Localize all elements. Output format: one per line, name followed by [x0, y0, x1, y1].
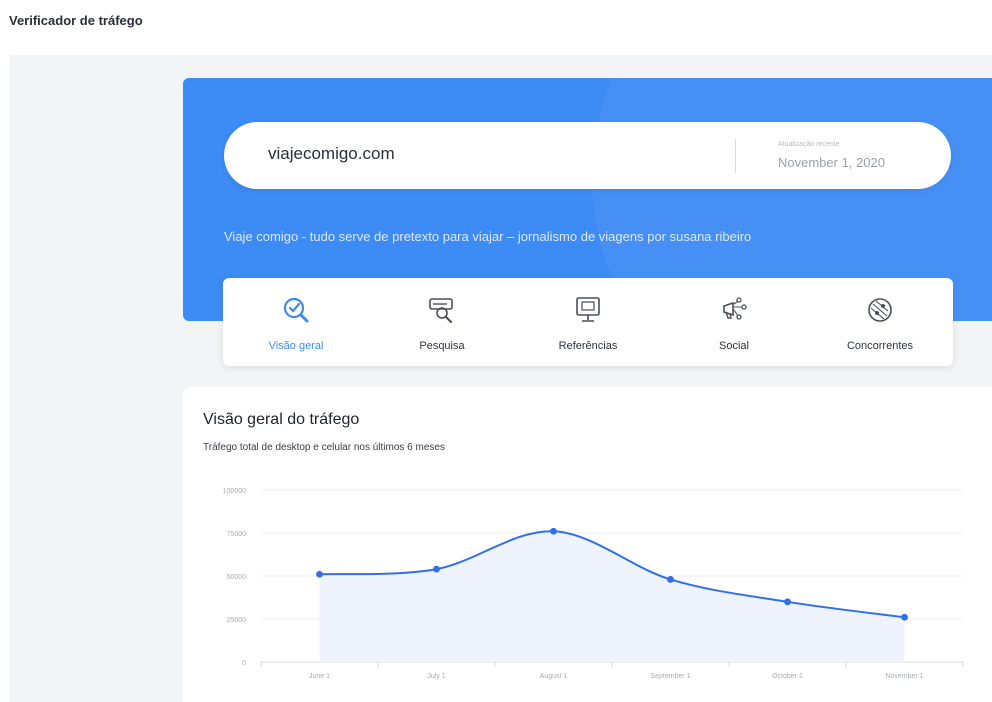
social-icon — [723, 297, 747, 320]
card-subtitle: Tráfego total de desktop e celular nos ú… — [203, 442, 445, 453]
tab-search[interactable]: Pesquisa — [369, 278, 515, 366]
tab-overview-label: Visão geral — [268, 340, 324, 352]
tab-social[interactable]: Social — [661, 278, 807, 366]
tab-search-label: Pesquisa — [419, 340, 465, 352]
y-tick-label: 50000 — [227, 574, 247, 581]
x-tick-label: September 1 — [650, 673, 690, 680]
referrals-icon — [576, 297, 600, 322]
tab-bar: Visão geral Pesquisa Referências Social — [223, 278, 953, 366]
tab-social-label: Social — [719, 340, 749, 352]
card-title: Visão geral do tráfego — [203, 411, 360, 428]
data-point — [550, 527, 557, 535]
x-tick-label: November 1 — [885, 673, 923, 680]
competitors-icon — [868, 298, 892, 322]
data-point — [901, 613, 908, 621]
y-tick-label: 25000 — [227, 617, 247, 624]
data-point — [784, 598, 791, 606]
tab-overview[interactable]: Visão geral — [223, 278, 369, 366]
domain-input[interactable]: viajecomigo.com — [268, 144, 395, 164]
search-icon — [429, 298, 453, 323]
site-tagline: Viaje comigo - tudo serve de pretexto pa… — [224, 229, 752, 244]
y-tick-label: 75000 — [227, 531, 247, 538]
update-date: November 1, 2020 — [778, 155, 885, 170]
x-tick-label: June 1 — [309, 673, 330, 680]
y-tick-label: 100000 — [223, 488, 246, 495]
page-header: Verificador de tráfego — [9, 13, 143, 28]
traffic-chart: 100000 75000 50000 25000 0 June 1 July 1 August… — [223, 488, 964, 680]
tab-referrals-label: Referências — [558, 340, 618, 352]
data-point — [433, 565, 440, 573]
domain-search-box[interactable]: viajecomigo.com Atualização recente Nove… — [224, 122, 951, 189]
search-divider — [735, 139, 736, 173]
x-tick-label: July 1 — [427, 673, 445, 680]
x-tick-label: October 1 — [772, 673, 803, 680]
tab-referrals[interactable]: Referências — [515, 278, 661, 366]
tab-competitors-label: Concorrentes — [846, 340, 914, 352]
overview-icon — [283, 297, 309, 323]
data-point — [667, 576, 674, 583]
y-tick-label: 0 — [242, 660, 246, 667]
x-tick-label: August 1 — [540, 673, 568, 680]
tab-competitors[interactable]: Concorrentes — [807, 278, 953, 366]
update-label: Atualização recente — [778, 141, 840, 148]
data-point — [316, 570, 323, 578]
